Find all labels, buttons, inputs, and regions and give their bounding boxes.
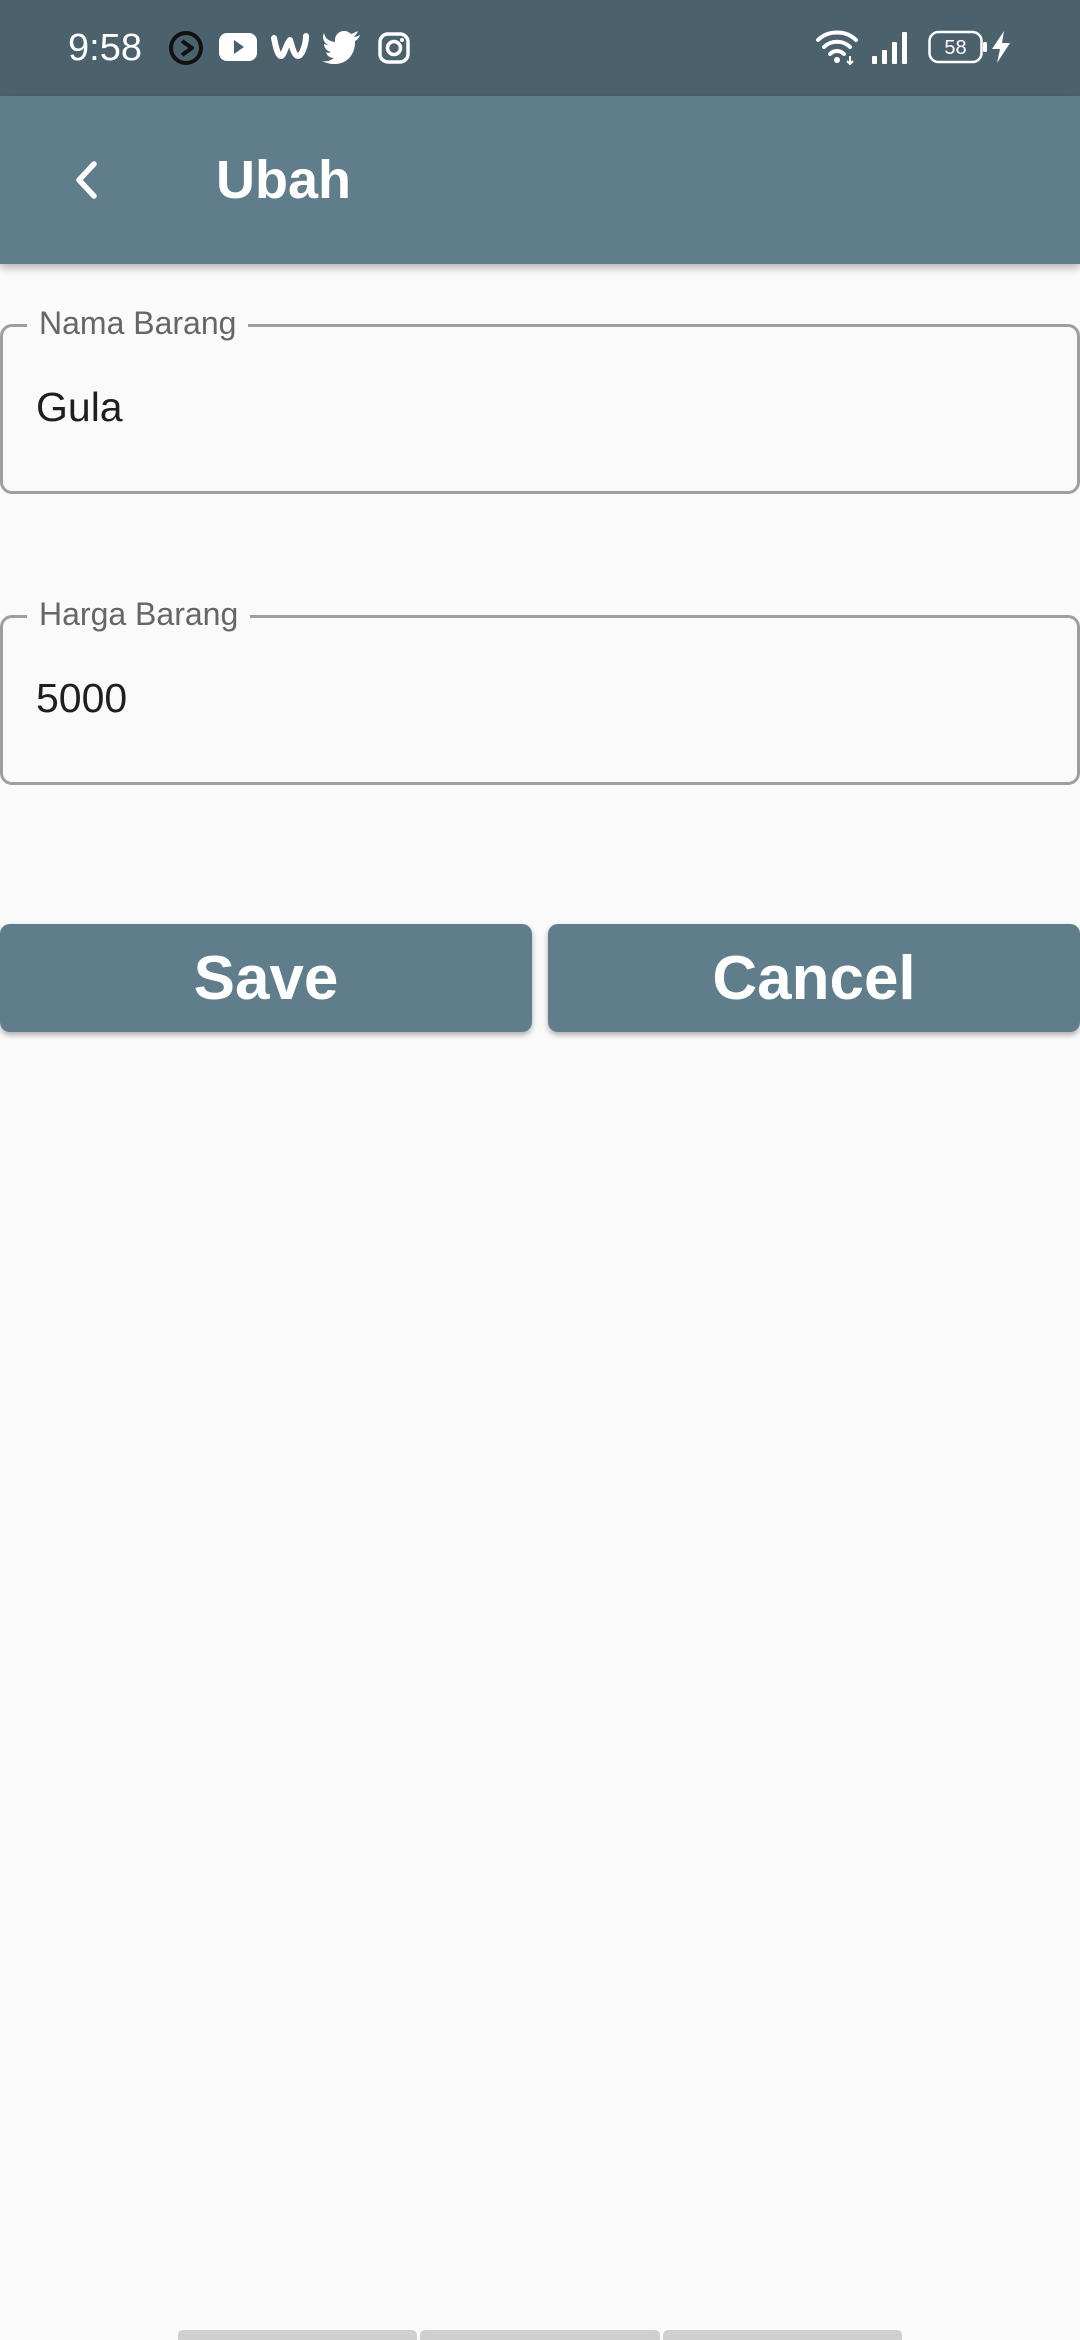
bolt-icon	[992, 31, 1010, 63]
harga-barang-field[interactable]: Harga Barang	[0, 592, 1080, 785]
page-title: Ubah	[216, 150, 351, 210]
battery-icon: 58	[928, 30, 987, 64]
twitter-icon	[322, 31, 360, 64]
nama-barang-label: Nama Barang	[27, 301, 249, 345]
youtube-icon	[219, 33, 257, 61]
app-bar: Ubah	[0, 96, 1080, 264]
signal-icon	[872, 32, 907, 64]
gesture-segment	[420, 2330, 660, 2340]
gesture-segment	[662, 2330, 902, 2340]
harga-barang-label: Harga Barang	[27, 592, 251, 636]
circle-play-icon	[169, 31, 203, 65]
nama-barang-input[interactable]	[36, 371, 1036, 443]
nama-barang-field[interactable]: Nama Barang	[0, 301, 1080, 494]
screen: 9:58 58 Ubah Nama Barang Gula Harga Bara…	[0, 0, 1080, 2340]
harga-barang-input[interactable]	[36, 662, 1036, 734]
chevron-left-icon	[76, 161, 97, 199]
status-time: 9:58	[68, 27, 142, 69]
gesture-segment	[178, 2330, 418, 2340]
save-button[interactable]: Save	[0, 924, 532, 1032]
battery-level: 58	[944, 37, 966, 59]
wattpad-icon	[271, 33, 309, 59]
wifi-icon	[816, 30, 858, 66]
status-bar: 9:58 58	[0, 0, 1080, 96]
cancel-button[interactable]: Cancel	[548, 924, 1080, 1032]
gesture-navigation-bar[interactable]	[178, 2330, 902, 2340]
instagram-icon	[378, 32, 410, 64]
back-button[interactable]	[44, 136, 132, 224]
